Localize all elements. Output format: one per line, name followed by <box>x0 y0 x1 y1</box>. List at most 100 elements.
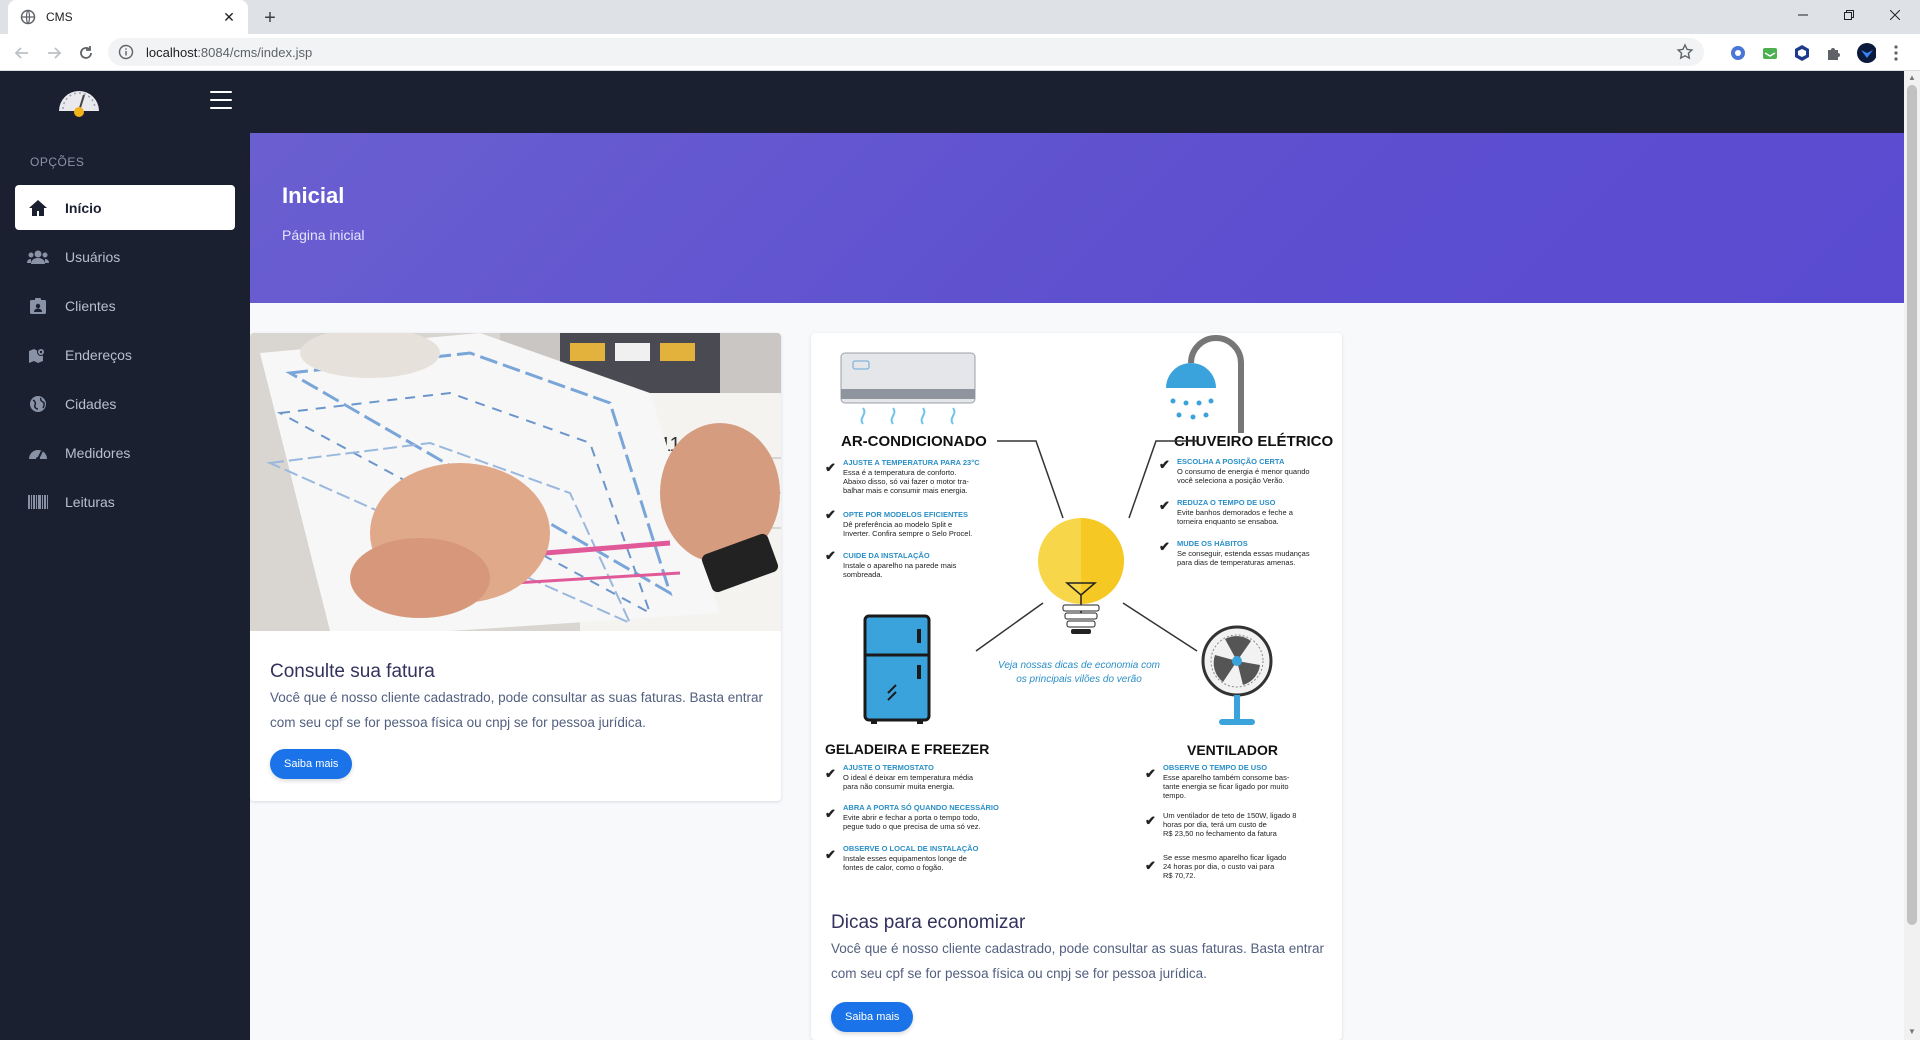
card-text: Você que é nosso cliente cadastrado, pod… <box>270 690 764 730</box>
fan-tip3-line: R$ 70,72. <box>1163 871 1196 880</box>
sidebar-nav: Início Usuários Clientes Endereços Cidad… <box>15 185 235 528</box>
ac-tip3-heading: CUIDE DA INSTALAÇÃO <box>843 551 930 560</box>
gauge-icon <box>27 442 49 464</box>
fan-tip3-line: Se esse mesmo aparelho ficar ligado <box>1163 853 1286 862</box>
page-subtitle: Página inicial <box>282 227 365 243</box>
site-info-icon[interactable] <box>118 44 134 60</box>
gauge-logo-icon[interactable] <box>56 83 102 121</box>
extension-shield-icon[interactable] <box>1728 43 1748 63</box>
sidebar-item-usuarios[interactable]: Usuários <box>15 234 235 279</box>
tab-title: CMS <box>46 10 73 24</box>
ac-tip1-line: Essa é a temperatura de conforto. <box>843 468 956 477</box>
bill-photo-image: 11 <box>250 333 781 631</box>
fridge-tip3-line: Instale esses equipamentos longe de <box>843 854 967 863</box>
page-scrollbar[interactable]: ▲ ▼ <box>1904 71 1920 1040</box>
bookmark-star-icon[interactable] <box>1676 43 1694 61</box>
home-icon <box>27 197 49 219</box>
check-icon: ✔ <box>825 460 836 475</box>
sidebar-item-label: Clientes <box>65 297 116 314</box>
shower-tip2-line: torneira enquanto se ensaboa. <box>1177 517 1279 526</box>
shower-title: CHUVEIRO ELÉTRICO <box>1174 433 1334 450</box>
extension-inbox-icon[interactable] <box>1760 43 1780 63</box>
check-icon: ✔ <box>1145 858 1156 873</box>
extensions-puzzle-icon[interactable] <box>1824 43 1844 63</box>
close-window-icon[interactable] <box>1872 0 1918 30</box>
new-tab-button[interactable]: + <box>256 4 284 32</box>
fridge-tip1-heading: AJUSTE O TERMOSTATO <box>843 763 934 772</box>
scroll-up-arrow-icon[interactable]: ▲ <box>1908 73 1916 82</box>
card-dicas-economizar: AR-CONDICIONADO CHUVEIRO ELÉTRICO Veja n… <box>811 333 1342 1040</box>
shower-tip1-line: você seleciona a posição Verão. <box>1177 476 1285 485</box>
saiba-mais-button[interactable]: Saiba mais <box>270 749 353 779</box>
browser-menu-icon[interactable] <box>1886 43 1906 63</box>
check-icon: ✔ <box>825 548 836 563</box>
restore-window-icon[interactable] <box>1826 0 1872 30</box>
shower-tip3-heading: MUDE OS HÁBITOS <box>1177 539 1248 548</box>
profile-avatar-icon[interactable] <box>1856 43 1876 63</box>
tab-close-icon[interactable]: ✕ <box>220 8 238 26</box>
fan-title: VENTILADOR <box>1187 742 1278 758</box>
forward-arrow-icon[interactable] <box>40 39 68 67</box>
page-title: Inicial <box>282 183 345 208</box>
sidebar-item-inicio[interactable]: Início <box>15 185 235 230</box>
check-icon: ✔ <box>1145 766 1156 781</box>
menu-toggle-icon[interactable] <box>210 91 232 109</box>
sidebar-item-leituras[interactable]: Leituras <box>15 479 235 524</box>
ac-title: AR-CONDICIONADO <box>841 433 987 450</box>
address-bar[interactable]: localhost:8084/cms/index.jsp <box>108 38 1704 66</box>
ac-tip1-line: Abaixo disso, só vai fazer o motor tra- <box>843 477 969 486</box>
shower-tip2-heading: REDUZA O TEMPO DE USO <box>1177 498 1276 507</box>
saiba-mais-button[interactable]: Saiba mais <box>831 1002 914 1032</box>
fridge-tip2-heading: ABRA A PORTA SÓ QUANDO NECESSÁRIO <box>843 803 999 812</box>
fridge-tip3-line: fontes de calor, como o fogão. <box>843 863 943 872</box>
air-conditioner-icon <box>840 352 976 425</box>
url-text: localhost:8084/cms/index.jsp <box>146 45 312 60</box>
center-caption-line1: Veja nossas dicas de economia com <box>998 660 1160 671</box>
sidebar-item-label: Cidades <box>65 395 117 412</box>
sidebar-item-label: Medidores <box>65 444 131 461</box>
check-icon: ✔ <box>825 806 836 821</box>
fan-icon <box>1201 625 1273 725</box>
fridge-tip3-heading: OBSERVE O LOCAL DE INSTALAÇÃO <box>843 844 979 853</box>
sidebar-item-enderecos[interactable]: Endereços <box>15 332 235 377</box>
page-header: Inicial Página inicial <box>250 133 1904 303</box>
ac-tip1-line: balhar mais e consumir mais energia. <box>843 486 968 495</box>
sidebar-item-label: Leituras <box>65 493 115 510</box>
back-arrow-icon[interactable] <box>8 39 36 67</box>
card-title: Dicas para economizar <box>831 912 1026 933</box>
refrigerator-icon <box>863 614 931 724</box>
sidebar-item-label: Endereços <box>65 346 132 363</box>
sidebar-item-clientes[interactable]: Clientes <box>15 283 235 328</box>
minimize-window-icon[interactable] <box>1780 0 1826 30</box>
sidebar-item-medidores[interactable]: Medidores <box>15 430 235 475</box>
shower-tip3-line: para dias de temperaturas amenas. <box>1177 558 1295 567</box>
reload-icon[interactable] <box>72 39 100 67</box>
fan-tip1-line: tempo. <box>1163 791 1186 800</box>
ac-tip2-line: Dê preferência ao modelo Split e <box>843 520 952 529</box>
fridge-tip2-line: pegue tudo o que precisa de uma só vez. <box>843 822 981 831</box>
brand-bar <box>0 71 250 133</box>
ac-tip3-line: Instale o aparelho na parede mais <box>843 561 957 570</box>
fridge-tip1-line: para não consumir muita energia. <box>843 782 955 791</box>
ac-tip1-heading: AJUSTE A TEMPERATURA PARA 23°C <box>843 458 980 467</box>
card-title: Consulte sua fatura <box>270 661 435 682</box>
fan-tip2-line: horas por dia, terá um custo de <box>1163 820 1267 829</box>
fan-tip1-heading: OBSERVE O TEMPO DE USO <box>1163 763 1267 772</box>
browser-tab[interactable]: CMS ✕ <box>8 0 248 34</box>
fan-tip2-line: R$ 23,50 no fechamento da fatura <box>1163 829 1278 838</box>
sidebar-section-label: OPÇÕES <box>30 155 85 169</box>
check-icon: ✔ <box>1159 498 1170 513</box>
check-icon: ✔ <box>1159 457 1170 472</box>
scroll-down-arrow-icon[interactable]: ▼ <box>1908 1027 1916 1036</box>
scrollbar-thumb[interactable] <box>1907 85 1917 925</box>
sidebar-item-cidades[interactable]: Cidades <box>15 381 235 426</box>
check-icon: ✔ <box>1159 539 1170 554</box>
sidebar-item-label: Usuários <box>65 248 121 265</box>
ac-tip3-line: sombreada. <box>843 570 883 579</box>
ac-tip2-line: Inverter. Confira sempre o Selo Procel. <box>843 529 972 538</box>
check-icon: ✔ <box>825 847 836 862</box>
sidebar: OPÇÕES Início Usuários Clientes Endereço… <box>0 71 250 1040</box>
check-icon: ✔ <box>825 507 836 522</box>
extension-cube-icon[interactable] <box>1792 43 1812 63</box>
shower-tip1-heading: ESCOLHA A POSIÇÃO CERTA <box>1177 457 1285 466</box>
